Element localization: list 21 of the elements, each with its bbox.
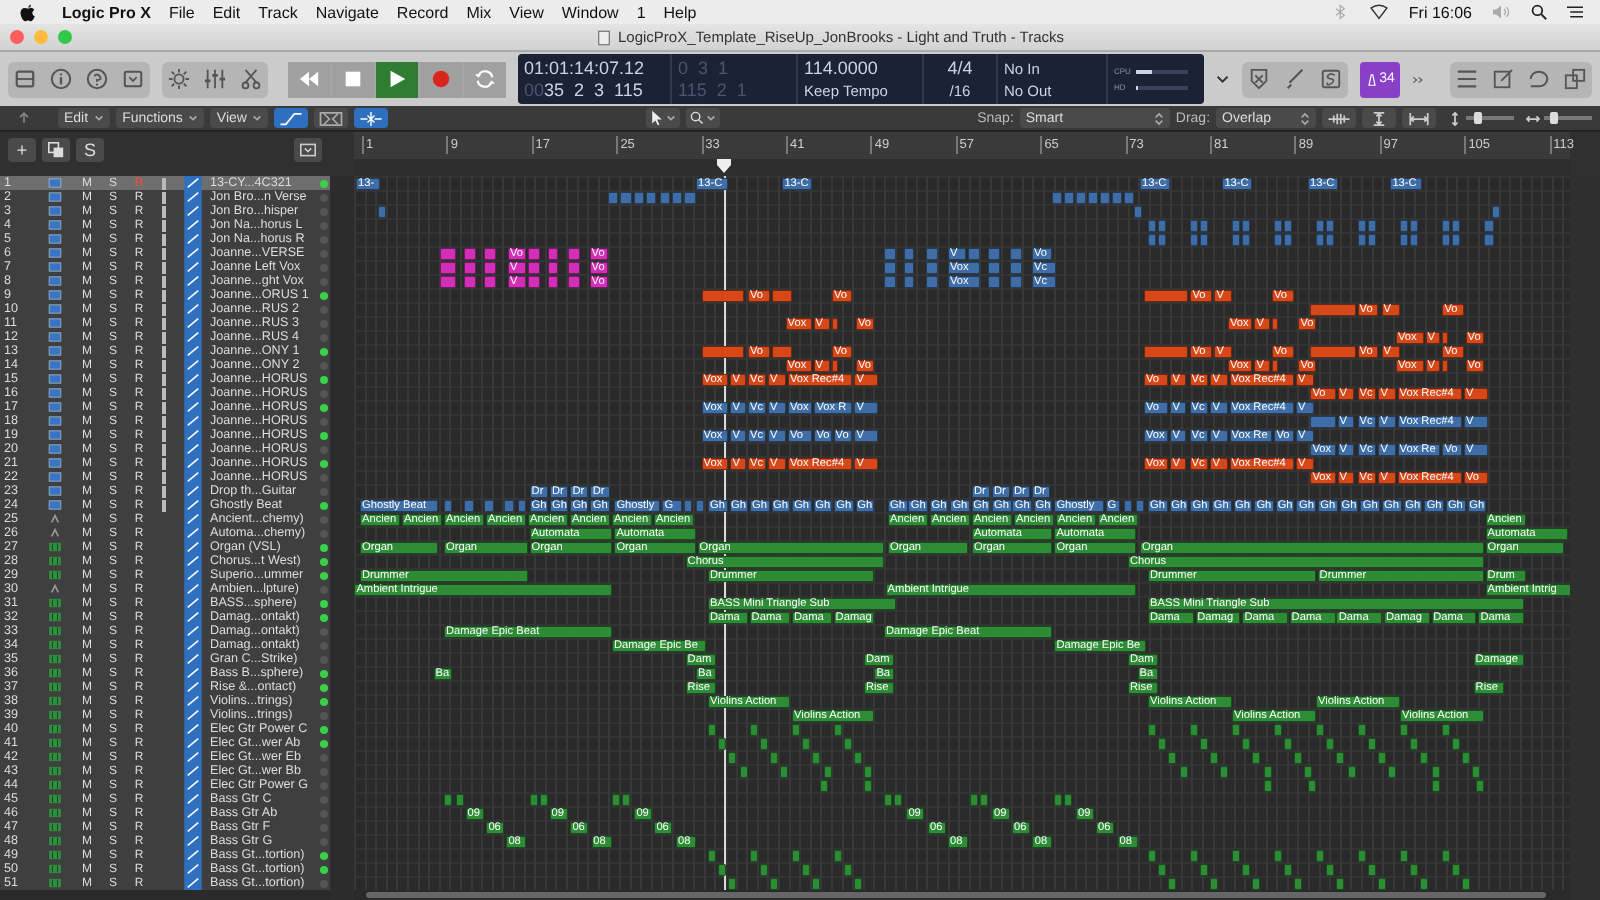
tempo-display: 114.0000	[804, 57, 880, 79]
menu-item[interactable]: File	[168, 3, 195, 21]
left-locator: 0 3 1	[678, 57, 731, 79]
menu-item[interactable]: View	[509, 3, 544, 21]
time-signature: 4/4	[947, 57, 973, 79]
menu-item[interactable]: Mix	[466, 3, 492, 21]
menu-item[interactable]: Edit	[212, 3, 241, 21]
bars-display: 35 2 3 115	[544, 79, 643, 101]
add-track-button[interactable]: +	[8, 138, 36, 162]
time-display: 01:01:14:07.12	[524, 57, 647, 79]
menu-item[interactable]: Window	[561, 3, 619, 21]
menu-item[interactable]: Track	[258, 3, 298, 21]
menu-item[interactable]: Navigate	[315, 3, 379, 21]
bars-prefix: 00	[524, 79, 545, 101]
global-solo-button[interactable]: S	[76, 138, 104, 162]
menu-item[interactable]: Help	[663, 3, 697, 21]
app-menu[interactable]: Logic Pro X	[62, 3, 151, 21]
clock[interactable]: Fri 16:06	[1408, 3, 1472, 21]
menu-item[interactable]: 1	[636, 3, 646, 21]
right-locator: 115 2 1	[678, 79, 749, 101]
menu-item[interactable]: Record	[396, 3, 449, 21]
